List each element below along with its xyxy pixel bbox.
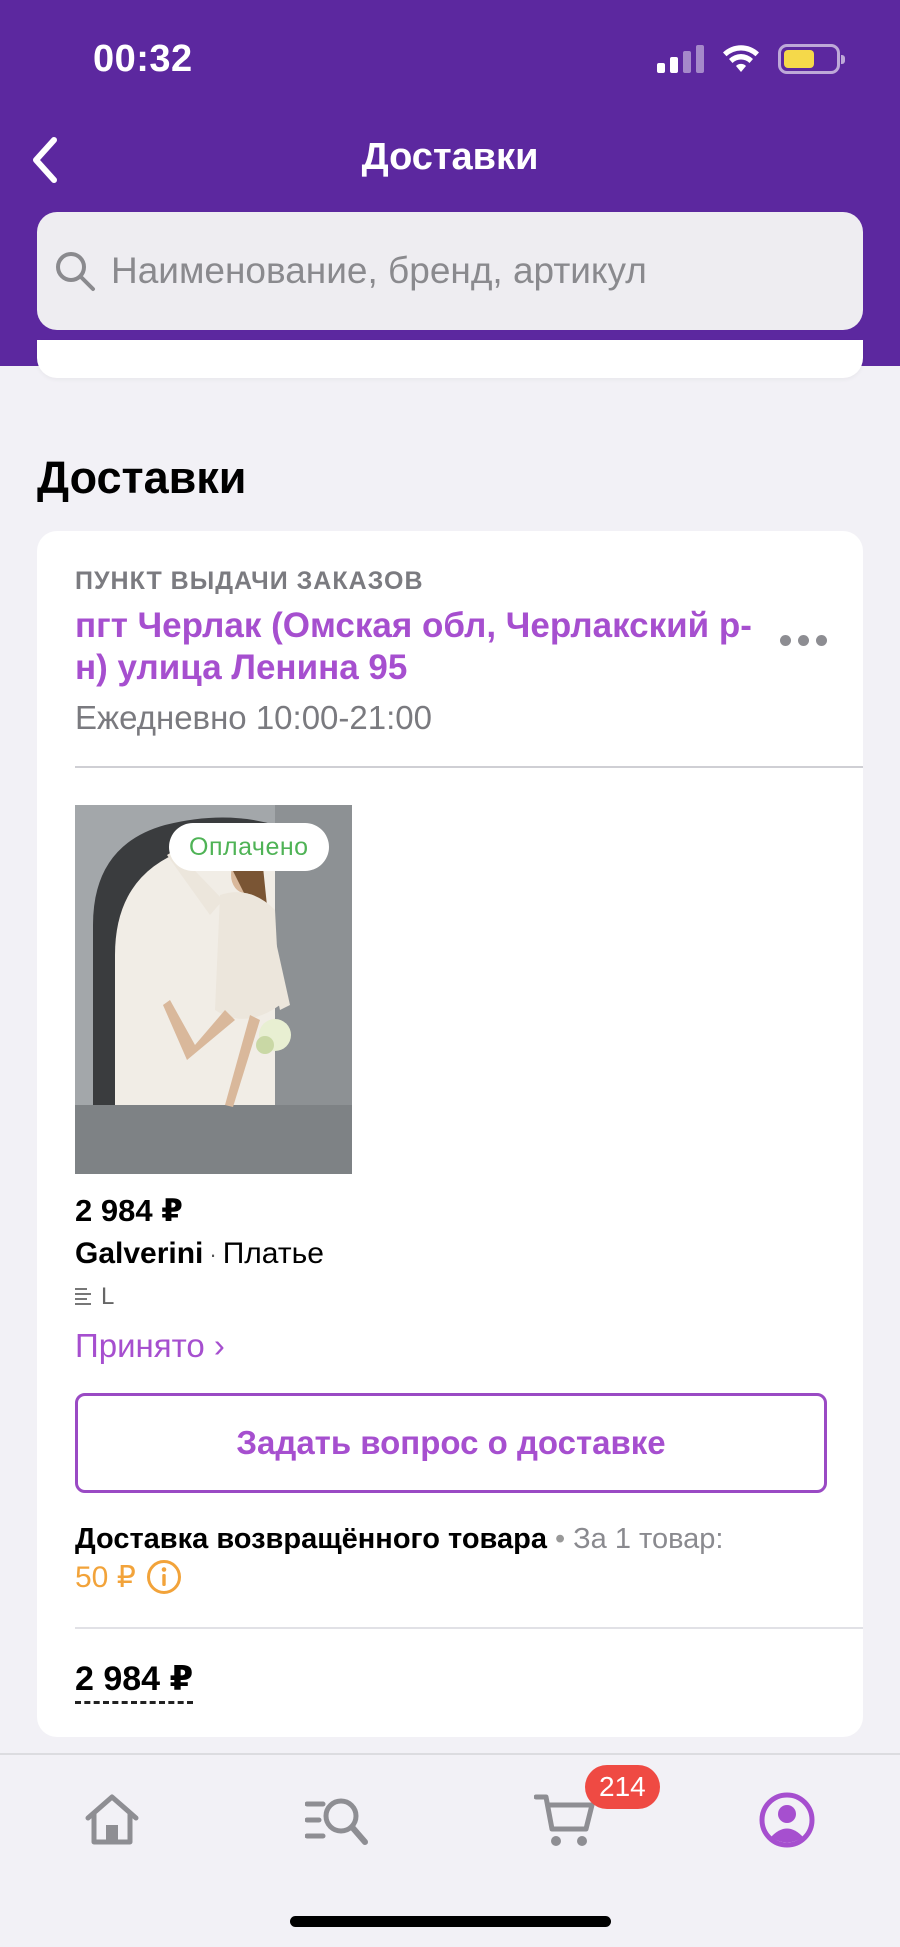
search-icon: [56, 252, 95, 291]
info-icon[interactable]: [146, 1559, 182, 1595]
return-fee-value: 50 ₽: [75, 1560, 136, 1594]
header: 00:32 Доставки: [0, 0, 900, 366]
pickup-hours: Ежедневно 10:00-21:00: [75, 699, 432, 736]
cart-count-badge: 214: [585, 1765, 660, 1809]
page-title: Доставки: [361, 136, 539, 178]
order-total[interactable]: 2 984 ₽: [75, 1659, 194, 1704]
search-bar[interactable]: [37, 212, 863, 330]
size-icon: [75, 1288, 91, 1305]
home-icon: [85, 1794, 139, 1845]
cart-icon: [534, 1794, 595, 1846]
status-icons: [657, 44, 845, 74]
tab-profile[interactable]: [752, 1785, 822, 1855]
separator-dot: ·: [209, 1242, 217, 1268]
previous-card: [37, 340, 863, 378]
status-time: 00:32: [93, 38, 193, 80]
item-brand: Galverini: [75, 1237, 204, 1270]
item-size: L: [75, 1283, 114, 1311]
size-value: L: [101, 1283, 115, 1310]
separator-dot: •: [554, 1523, 566, 1555]
catalog-search-icon: [305, 1798, 368, 1845]
divider: [75, 766, 863, 768]
pickup-point-label: ПУНКТ ВЫДАЧИ ЗАКАЗОВ: [75, 567, 424, 595]
tab-home[interactable]: [77, 1785, 147, 1855]
more-dots-icon: [780, 635, 791, 646]
tab-catalog[interactable]: [303, 1785, 373, 1855]
item-name: Платье: [222, 1237, 324, 1270]
ask-delivery-question-button[interactable]: Задать вопрос о доставке: [75, 1393, 827, 1493]
home-indicator: [290, 1916, 611, 1927]
battery-icon: [778, 44, 845, 74]
wifi-icon: [723, 45, 759, 72]
profile-icon: [759, 1792, 815, 1848]
return-delivery-info: Доставка возвращённого товара • За 1 товар…: [75, 1523, 724, 1556]
section-title: Доставки: [37, 452, 247, 503]
search-input[interactable]: [111, 250, 811, 292]
return-fee: 50 ₽: [75, 1559, 182, 1595]
return-per-item: За 1 товар:: [573, 1523, 724, 1555]
order-status-link[interactable]: Принято ›: [75, 1327, 225, 1365]
return-delivery-label: Доставка возвращённого товара: [75, 1523, 547, 1555]
pickup-address[interactable]: пгт Черлак (Омская обл, Черлакский р-н) …: [75, 605, 755, 689]
signal-icon: [657, 45, 704, 73]
more-options-button[interactable]: [780, 635, 827, 646]
item-price: 2 984 ₽: [75, 1193, 183, 1228]
delivery-card: ПУНКТ ВЫДАЧИ ЗАКАЗОВ пгт Черлак (Омская …: [37, 531, 863, 1737]
paid-status-badge: Оплачено: [169, 823, 329, 871]
item-title[interactable]: Galverini · Платье: [75, 1237, 324, 1271]
divider: [75, 1627, 863, 1629]
